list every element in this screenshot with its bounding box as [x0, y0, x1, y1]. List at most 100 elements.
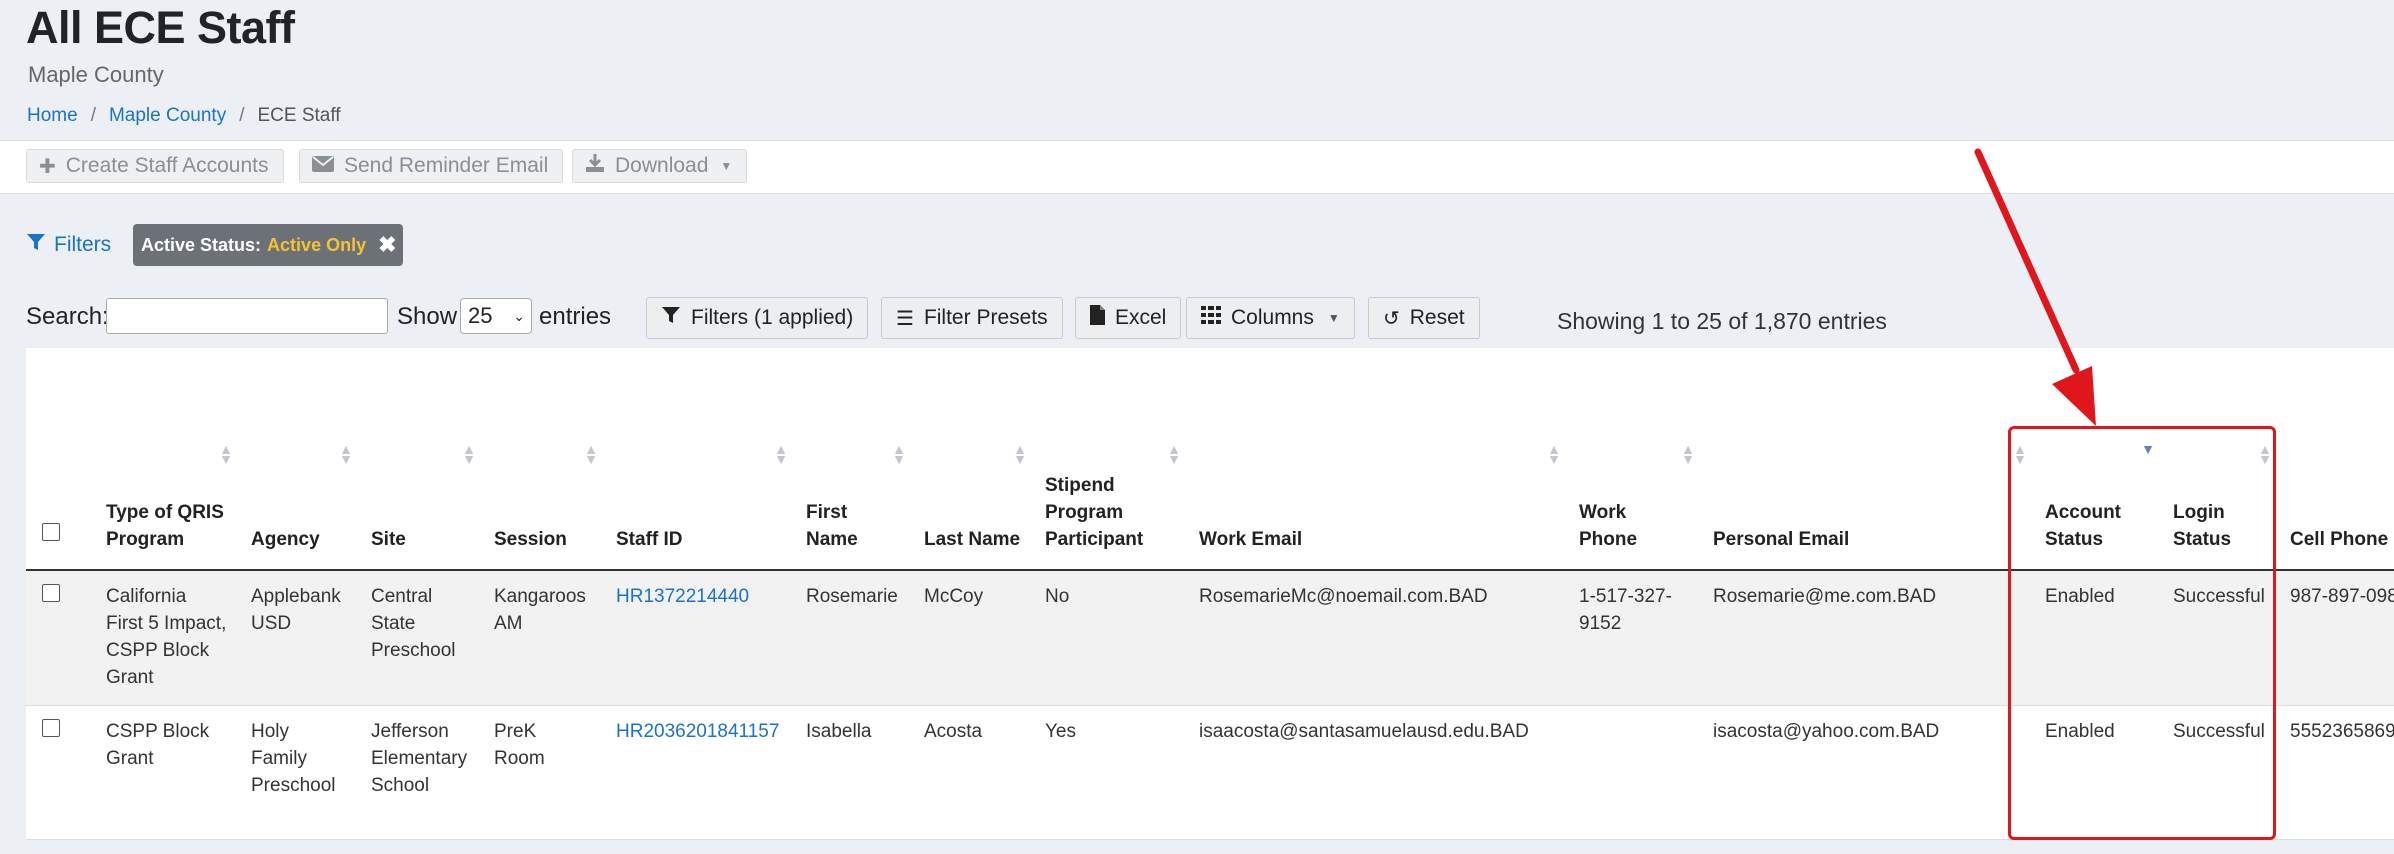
- row-checkbox[interactable]: [42, 584, 60, 602]
- page-length-value: 25: [468, 303, 493, 328]
- reset-label: Reset: [1409, 306, 1465, 329]
- filter-chip-value: Active Only: [267, 234, 367, 255]
- row-checkbox[interactable]: [42, 719, 60, 737]
- excel-button[interactable]: Excel: [1075, 297, 1182, 339]
- breadcrumb: Home / Maple County / ECE Staff: [27, 105, 341, 127]
- column-header-label: Stipend Program Participant: [1045, 475, 1144, 550]
- columns-button[interactable]: Columns ▼: [1186, 297, 1355, 339]
- excel-label: Excel: [1115, 306, 1167, 329]
- filter-chip-label: Active Status:: [141, 234, 262, 255]
- table-cell: Central State Preschool: [359, 570, 482, 706]
- filters-link-label: Filters: [54, 233, 112, 256]
- sort-icon: ▲ ▼: [1547, 441, 1561, 467]
- column-header[interactable]: Last Name ▲ ▼: [912, 348, 1033, 571]
- row-select-cell: [26, 705, 94, 840]
- select-all-header: [26, 348, 94, 571]
- search-input[interactable]: [106, 298, 388, 334]
- column-header[interactable]: Stipend Program Participant ▲ ▼: [1033, 348, 1187, 571]
- filter-presets-label: Filter Presets: [923, 306, 1048, 329]
- table-cell: Acosta: [912, 705, 1033, 840]
- table-cell: isaacosta@santasamuelausd.edu.BAD: [1187, 705, 1567, 840]
- filters-applied-button[interactable]: Filters (1 applied): [646, 297, 869, 339]
- column-header-label: Site: [371, 529, 406, 550]
- table-cell: [1567, 705, 1701, 840]
- sort-icon: ▲ ▼: [339, 441, 353, 467]
- table-cell: Yes: [1033, 705, 1187, 840]
- search-label: Search:: [26, 303, 109, 330]
- breadcrumb-current: ECE Staff: [257, 105, 341, 126]
- close-icon[interactable]: ✖: [378, 232, 396, 258]
- column-header-label: Session: [494, 529, 567, 550]
- breadcrumb-home[interactable]: Home: [27, 105, 78, 126]
- create-staff-accounts-label: Create Staff Accounts: [65, 154, 269, 177]
- table-cell: RosemarieMc@noemail.com.BAD: [1187, 570, 1567, 706]
- download-icon: [585, 153, 605, 179]
- column-header-label: Staff ID: [616, 529, 683, 550]
- list-icon: ☰: [896, 307, 914, 330]
- table-cell: PreK Room: [482, 705, 604, 840]
- download-button[interactable]: Download ▼: [572, 149, 748, 183]
- table-cell: No: [1033, 570, 1187, 706]
- staff-id-link[interactable]: HR2036201841157: [616, 721, 779, 742]
- column-header[interactable]: Work Phone ▲ ▼: [1567, 348, 1701, 571]
- table-cell: Kangaroos AM: [482, 570, 604, 706]
- breadcrumb-county[interactable]: Maple County: [109, 105, 226, 126]
- table-cell: 5552365869: [2278, 705, 2394, 840]
- column-header[interactable]: Type of QRIS Program ▲ ▼: [94, 348, 239, 571]
- entries-label: entries: [539, 303, 612, 330]
- table-cell: CSPP Block Grant: [94, 705, 239, 840]
- filter-presets-button[interactable]: ☰ Filter Presets: [881, 297, 1063, 339]
- breadcrumb-separator: /: [239, 105, 245, 126]
- table-cell: Jefferson Elementary School: [359, 705, 482, 840]
- breadcrumb-separator: /: [90, 105, 96, 126]
- column-header[interactable]: Agency ▲ ▼: [239, 348, 359, 571]
- column-header[interactable]: Personal Email ▲ ▼: [1701, 348, 2033, 571]
- staff-id-link[interactable]: HR1372214440: [616, 586, 749, 607]
- filters-link[interactable]: Filters: [26, 232, 111, 258]
- column-header[interactable]: Work Email ▲ ▼: [1187, 348, 1567, 571]
- select-all-checkbox[interactable]: [42, 523, 60, 541]
- sort-icon: ▲ ▼: [219, 441, 233, 467]
- column-header[interactable]: Site ▲ ▼: [359, 348, 482, 571]
- caret-down-icon: ▼: [720, 159, 733, 173]
- grid-icon: [1201, 306, 1221, 330]
- chevron-down-icon: ⌄: [513, 307, 525, 324]
- table-cell: McCoy: [912, 570, 1033, 706]
- filter-icon: [661, 305, 681, 331]
- table-cell: California First 5 Impact, CSPP Block Gr…: [94, 570, 239, 706]
- column-header[interactable]: Staff ID ▲ ▼: [604, 348, 794, 571]
- column-header-label: Work Email: [1199, 529, 1303, 550]
- sort-icon: ▲ ▼: [1013, 441, 1027, 467]
- page-title: All ECE Staff: [26, 2, 295, 53]
- file-icon: [1090, 305, 1105, 331]
- table-cell: Holy Family Preschool: [239, 705, 359, 840]
- table-cell: Applebank USD: [239, 570, 359, 706]
- sort-icon: ▲ ▼: [1167, 441, 1181, 467]
- sort-icon: ▲ ▼: [1681, 441, 1695, 467]
- table-cell: HR2036201841157: [604, 705, 794, 840]
- table-cell: Isabella: [794, 705, 912, 840]
- show-label: Show: [397, 303, 458, 330]
- create-staff-accounts-button[interactable]: ✚ Create Staff Accounts: [26, 149, 284, 183]
- page-subtitle: Maple County: [28, 62, 164, 87]
- column-header[interactable]: Session ▲ ▼: [482, 348, 604, 571]
- row-select-cell: [26, 570, 94, 706]
- reset-button[interactable]: ↺ Reset: [1368, 297, 1480, 339]
- table-cell: 987-897-0987: [2278, 570, 2394, 706]
- column-header[interactable]: First Name ▲ ▼: [794, 348, 912, 571]
- page-length-select[interactable]: 25 ⌄: [460, 298, 532, 334]
- column-header-label: Agency: [251, 529, 320, 550]
- table-cell: Rosemarie: [794, 570, 912, 706]
- table-cell: Rosemarie@me.com.BAD: [1701, 570, 2033, 706]
- active-status-filter-chip: Active Status: Active Only ✖: [133, 224, 403, 266]
- send-reminder-email-button[interactable]: Send Reminder Email: [299, 149, 564, 183]
- table-cell: isacosta@yahoo.com.BAD: [1701, 705, 2033, 840]
- sort-icon: ▲ ▼: [892, 441, 906, 467]
- filters-applied-label: Filters (1 applied): [691, 306, 854, 329]
- column-header[interactable]: Cell Phone▲▼: [2278, 348, 2394, 571]
- download-label: Download: [615, 154, 709, 177]
- page-header: All ECE Staff Maple County Home / Maple Co…: [0, 0, 2394, 140]
- columns-label: Columns: [1231, 306, 1314, 329]
- sort-icon: ▲ ▼: [774, 441, 788, 467]
- column-header-label: Cell Phone: [2290, 529, 2389, 550]
